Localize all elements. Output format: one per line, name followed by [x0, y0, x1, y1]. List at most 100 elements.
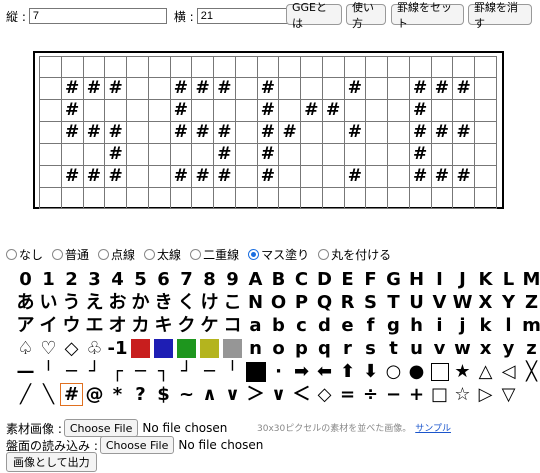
palette-symbol[interactable]: k	[474, 314, 497, 337]
rows-input[interactable]	[28, 8, 167, 24]
palette-symbol[interactable]: *	[106, 383, 129, 406]
board-cell[interactable]	[234, 56, 258, 78]
palette-symbol[interactable]: ◇	[60, 337, 83, 360]
palette-symbol[interactable]: カ	[129, 314, 152, 337]
palette-symbol[interactable]: V	[428, 291, 451, 314]
board-cell[interactable]: #	[408, 143, 432, 166]
palette-symbol[interactable]: ┘	[83, 360, 106, 383]
palette-symbol[interactable]: 4	[106, 268, 129, 291]
board-cell[interactable]	[191, 99, 214, 122]
palette-symbol[interactable]: ╱	[14, 383, 37, 406]
palette-symbol[interactable]: v	[428, 337, 451, 360]
palette-symbol[interactable]: ▽	[497, 383, 520, 406]
palette-symbol[interactable]: 8	[198, 268, 221, 291]
board-cell[interactable]	[365, 143, 388, 166]
board-cell[interactable]: #	[408, 99, 432, 122]
palette-symbol[interactable]: ∨	[221, 383, 244, 406]
board-cell[interactable]: #	[213, 77, 236, 100]
gge-about-button[interactable]: GGEとは	[286, 1, 342, 30]
board-cell[interactable]	[39, 77, 62, 100]
board-cell[interactable]: #	[104, 77, 127, 100]
palette-symbol[interactable]: ┌	[106, 360, 129, 383]
board-cell[interactable]	[278, 77, 301, 100]
palette-symbol[interactable]: J	[451, 268, 474, 291]
black-fill-symbol[interactable]	[244, 360, 267, 383]
board-cell[interactable]	[60, 56, 84, 78]
board-cell[interactable]	[474, 121, 497, 144]
palette-symbol[interactable]: ~	[175, 383, 198, 406]
board-cell[interactable]: #	[452, 165, 475, 188]
palette-symbol[interactable]: —	[14, 360, 37, 383]
palette-symbol[interactable]: □	[428, 383, 451, 406]
board-cell[interactable]	[213, 56, 236, 78]
palette-symbol[interactable]: ＜	[290, 383, 313, 406]
palette-symbol[interactable]: w	[451, 337, 474, 360]
board-cell[interactable]: #	[104, 143, 127, 166]
board-cell[interactable]	[60, 187, 84, 209]
palette-symbol[interactable]: あ	[14, 291, 37, 314]
palette-symbol[interactable]: ─	[198, 360, 221, 383]
palette-symbol[interactable]: C	[290, 268, 313, 291]
board-cell[interactable]: #	[169, 77, 193, 100]
board-cell[interactable]	[474, 143, 497, 166]
board-cell[interactable]	[147, 165, 171, 188]
board-cell[interactable]: #	[191, 121, 214, 144]
board-cell[interactable]: #	[300, 99, 323, 122]
board-cell[interactable]: #	[430, 165, 454, 188]
board-cell[interactable]: #	[82, 77, 106, 100]
palette-symbol[interactable]: ▷	[474, 383, 497, 406]
board-cell[interactable]	[82, 187, 106, 209]
palette-symbol[interactable]: i	[428, 314, 451, 337]
board-cell[interactable]: #	[452, 77, 475, 100]
board-cell[interactable]	[343, 187, 367, 209]
palette-symbol[interactable]: オ	[106, 314, 129, 337]
palette-symbol[interactable]: t	[382, 337, 405, 360]
white-box-symbol[interactable]	[428, 360, 451, 383]
board-cell[interactable]	[321, 143, 345, 166]
palette-symbol[interactable]: キ	[152, 314, 175, 337]
palette-symbol[interactable]: m	[520, 314, 540, 337]
board-cell[interactable]	[321, 165, 345, 188]
palette-symbol[interactable]: ☆	[451, 383, 474, 406]
board-cell[interactable]	[387, 143, 410, 166]
board-cell[interactable]: #	[343, 165, 367, 188]
board-cell[interactable]: #	[169, 99, 193, 122]
palette-symbol[interactable]: ┘	[175, 360, 198, 383]
mode-option[interactable]: なし	[6, 246, 43, 263]
palette-symbol[interactable]: え	[83, 291, 106, 314]
palette-symbol[interactable]: 3	[83, 268, 106, 291]
palette-symbol[interactable]: ┐	[152, 360, 175, 383]
board-cell[interactable]	[452, 187, 475, 209]
palette-symbol[interactable]: z	[520, 337, 540, 360]
board-cell[interactable]: #	[430, 77, 454, 100]
board-cell[interactable]	[39, 187, 62, 209]
palette-symbol[interactable]: ?	[129, 383, 152, 406]
board-cell[interactable]: #	[169, 121, 193, 144]
board-cell[interactable]	[234, 143, 258, 166]
board-cell[interactable]	[321, 187, 345, 209]
board-cell[interactable]: #	[60, 165, 84, 188]
board-cell[interactable]	[126, 143, 149, 166]
palette-symbol[interactable]: ╵	[221, 360, 244, 383]
board-cell[interactable]: #	[213, 143, 236, 166]
board-cell[interactable]	[300, 187, 323, 209]
board-cell[interactable]	[234, 121, 258, 144]
choose-board-file-button[interactable]: Choose File	[99, 436, 175, 454]
board-cell[interactable]	[300, 165, 323, 188]
palette-symbol[interactable]: ●	[405, 360, 428, 383]
board-cell[interactable]	[387, 56, 410, 78]
palette-symbol[interactable]: b	[267, 314, 290, 337]
how-to-button[interactable]: 使い方	[346, 1, 386, 30]
palette-symbol[interactable]: う	[60, 291, 83, 314]
board-cell[interactable]	[474, 165, 497, 188]
palette-symbol[interactable]: L	[497, 268, 520, 291]
palette-symbol[interactable]: j	[451, 314, 474, 337]
board-cell[interactable]: #	[343, 121, 367, 144]
board-cell[interactable]: #	[104, 121, 127, 144]
palette-symbol[interactable]: ∨	[267, 383, 290, 406]
palette-symbol[interactable]: お	[106, 291, 129, 314]
mode-radio[interactable]	[6, 248, 17, 260]
board-cell[interactable]	[147, 56, 171, 78]
palette-symbol[interactable]: -1	[106, 337, 129, 360]
palette-symbol[interactable]: #	[60, 383, 83, 406]
